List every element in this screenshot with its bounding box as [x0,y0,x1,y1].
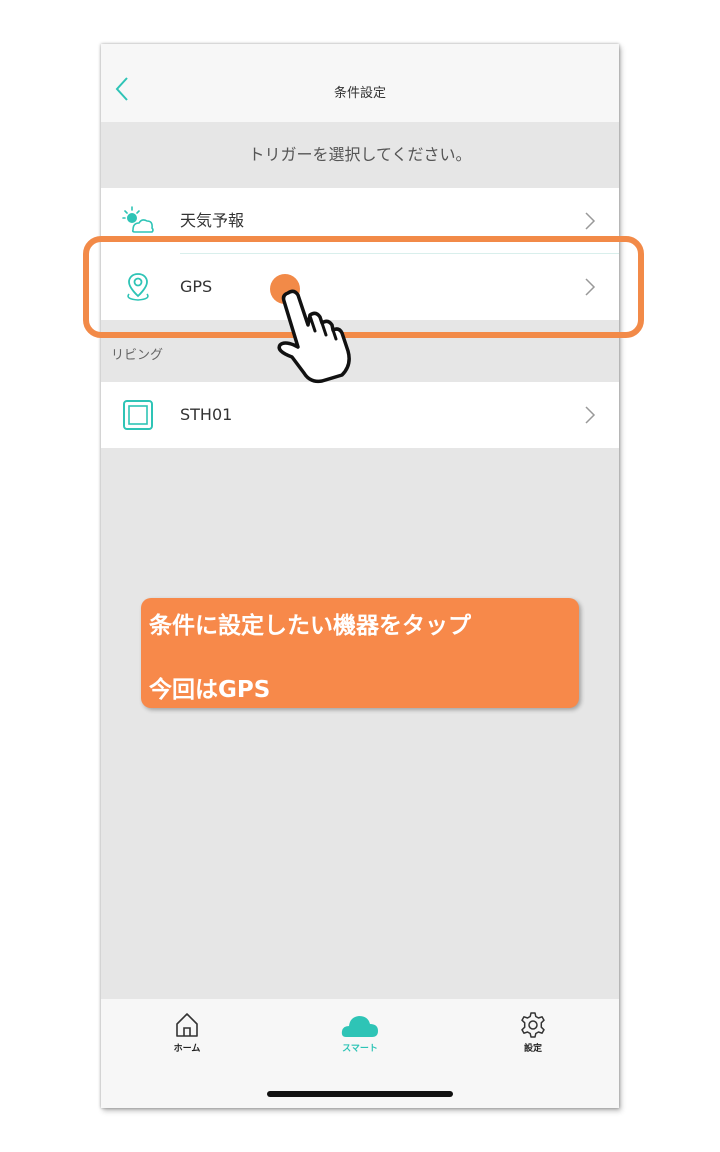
home-icon [176,1013,198,1037]
chevron-right-icon [585,406,596,424]
device-label-sth01: STH01 [180,405,233,424]
tab-smart[interactable]: スマート [320,1011,400,1061]
callout-line-1: 条件に設定したい機器をタップ [149,613,471,639]
trigger-prompt: トリガーを選択してください。 [101,122,619,188]
phone-screen: 条件設定 トリガーを選択してください。 天気予報 GPS リビング STH01 … [101,44,619,1108]
tab-label-settings: 設定 [523,1044,542,1054]
instruction-callout: 条件に設定したい機器をタップ 今回はGPS [141,598,579,708]
pointing-hand-icon [277,289,351,384]
device-square-icon [123,400,153,430]
weather-forecast-icon [122,206,154,233]
section-header-living: リビング [111,348,164,363]
tab-bar: ホーム スマート 設定 [101,999,619,1108]
navigation-bar: 条件設定 [101,44,619,122]
tab-label-home: ホーム [173,1044,201,1054]
home-indicator [267,1091,453,1097]
tab-label-smart: スマート [342,1044,378,1054]
gear-icon [521,1012,545,1038]
gps-highlight-frame [83,236,644,338]
tab-settings[interactable]: 設定 [493,1011,573,1061]
tab-home[interactable]: ホーム [147,1011,227,1061]
device-item-sth01[interactable]: STH01 [101,382,619,448]
cloud-icon [341,1016,378,1037]
callout-line-2: 今回はGPS [149,677,271,703]
chevron-right-icon [585,212,596,230]
page-title: 条件設定 [333,86,386,101]
